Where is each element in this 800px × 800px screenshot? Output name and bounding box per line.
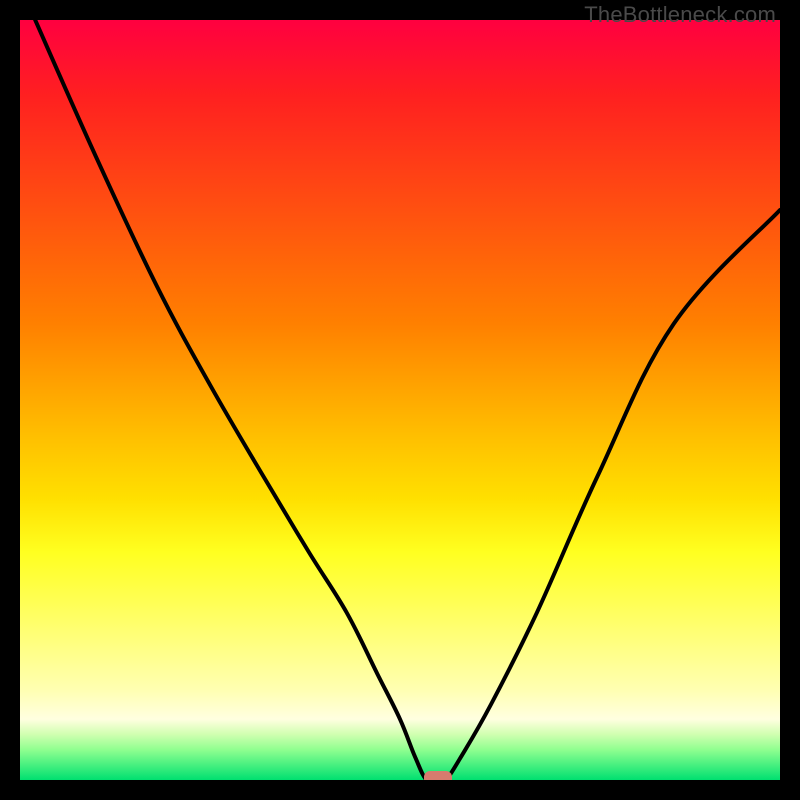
bottleneck-curve bbox=[35, 20, 780, 780]
chart-frame: TheBottleneck.com bbox=[0, 0, 800, 800]
curve-svg bbox=[20, 20, 780, 780]
watermark-text: TheBottleneck.com bbox=[584, 2, 776, 28]
optimal-point-marker bbox=[424, 771, 452, 780]
plot-area bbox=[20, 20, 780, 780]
